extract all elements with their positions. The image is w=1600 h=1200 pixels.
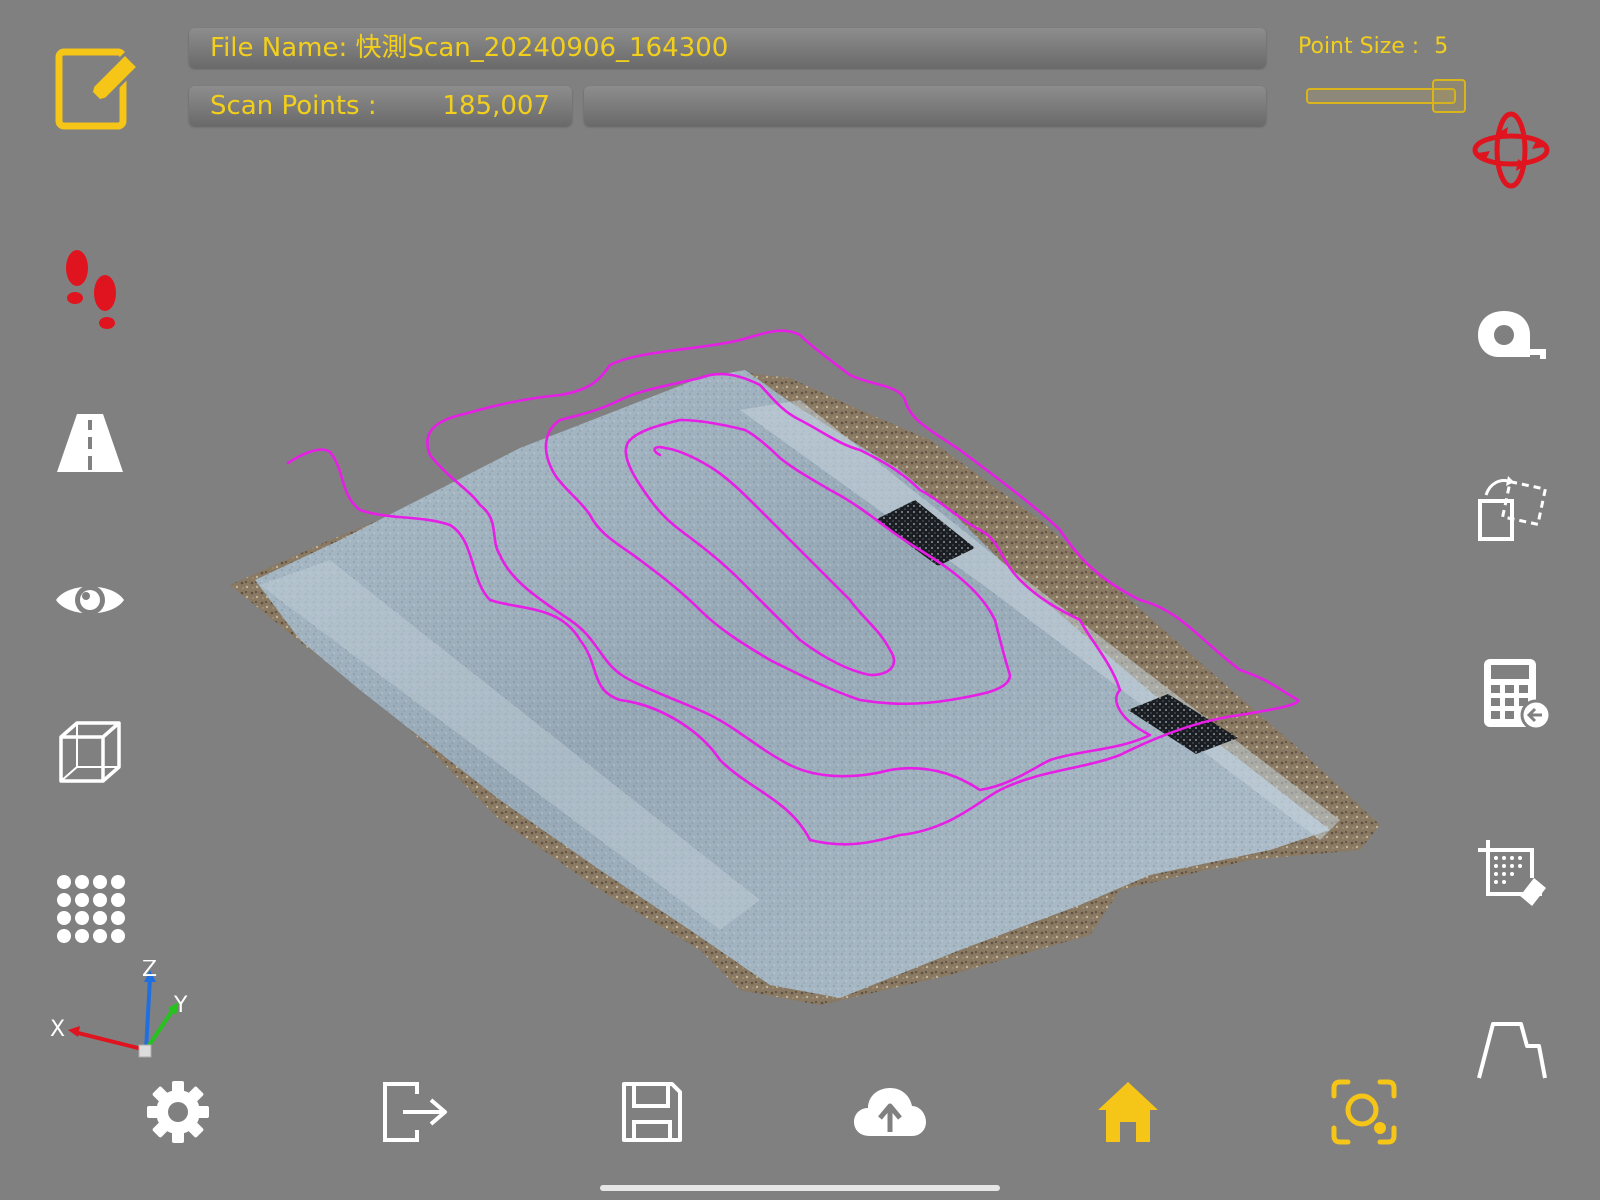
file-name-bar: File Name: 快測Scan_20240906_164300 xyxy=(189,28,1266,68)
tape-measure-icon xyxy=(1478,311,1546,359)
home-icon xyxy=(1098,1082,1158,1142)
crop-erase-icon xyxy=(1478,840,1546,906)
scan-points-label: Scan Points : xyxy=(210,91,377,121)
file-name-label: File Name: xyxy=(210,33,348,63)
point-size-label: Point Size : xyxy=(1298,34,1420,59)
profile-icon xyxy=(1477,1022,1547,1079)
point-size-label-group: Point Size : 5 xyxy=(1298,32,1448,62)
point-grid-icon xyxy=(57,875,125,943)
point-cloud-viewport[interactable] xyxy=(0,0,1600,1200)
scan-points-value: 185,007 xyxy=(442,91,550,121)
settings-button[interactable] xyxy=(138,1072,218,1152)
bounding-box-button[interactable] xyxy=(50,712,130,792)
axis-label-z: Z xyxy=(142,960,157,982)
file-name-value: 快測Scan_20240906_164300 xyxy=(355,33,729,63)
axis-label-y: Y xyxy=(173,993,188,1018)
calculator-icon xyxy=(1484,659,1552,731)
edit-icon xyxy=(55,48,141,129)
walk-mode-button[interactable] xyxy=(52,245,132,335)
save-icon xyxy=(622,1082,682,1142)
capture-icon xyxy=(1331,1079,1397,1145)
capture-button[interactable] xyxy=(1322,1072,1406,1152)
edit-button[interactable] xyxy=(46,40,146,135)
road-icon xyxy=(57,413,123,472)
axis-label-x: X xyxy=(50,1017,65,1042)
gear-icon xyxy=(147,1081,209,1143)
calculate-button[interactable] xyxy=(1474,652,1558,736)
crop-erase-button[interactable] xyxy=(1470,832,1554,916)
transform-button[interactable] xyxy=(1470,470,1554,550)
transform-icon xyxy=(1478,476,1548,541)
orbit-icon xyxy=(1472,111,1550,189)
scan-points-bar: Scan Points : 185,007 xyxy=(189,86,572,126)
cube-icon xyxy=(59,721,121,783)
point-display-button[interactable] xyxy=(50,868,130,948)
exit-button[interactable] xyxy=(374,1072,458,1152)
home-button[interactable] xyxy=(1086,1072,1170,1152)
eye-icon xyxy=(56,585,124,615)
axis-gizmo: X Z Y xyxy=(50,960,188,1058)
exit-icon xyxy=(383,1082,447,1142)
save-button[interactable] xyxy=(610,1072,694,1152)
measure-button[interactable] xyxy=(1470,300,1554,370)
home-indicator[interactable] xyxy=(600,1185,1000,1191)
profile-button[interactable] xyxy=(1470,1015,1554,1085)
point-size-slider[interactable] xyxy=(1306,79,1467,113)
upload-button[interactable] xyxy=(846,1072,934,1152)
status-bar xyxy=(584,86,1266,126)
cloud-upload-icon xyxy=(854,1088,926,1136)
road-mode-button[interactable] xyxy=(50,405,130,480)
view-toggle-button[interactable] xyxy=(50,570,130,630)
point-size-slider-thumb[interactable] xyxy=(1432,79,1467,113)
footsteps-icon xyxy=(66,249,116,329)
point-size-value: 5 xyxy=(1434,34,1449,59)
orbit-mode-button[interactable] xyxy=(1466,105,1556,195)
